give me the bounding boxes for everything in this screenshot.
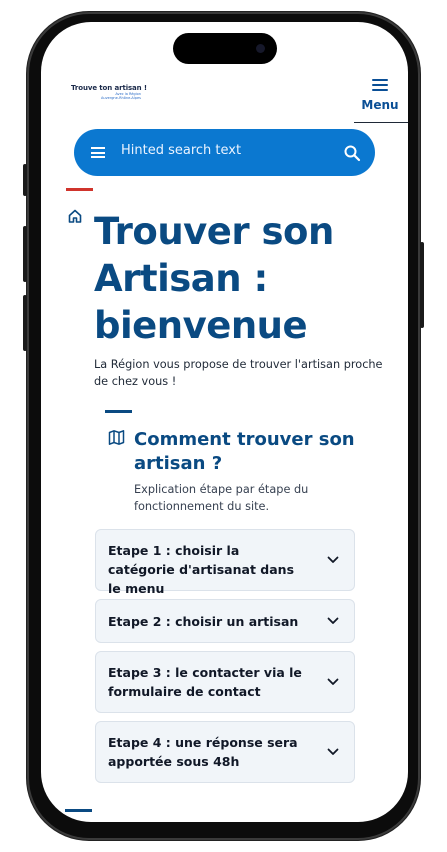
- accordion-label: Etape 1 : choisir la catégorie d'artisan…: [108, 543, 295, 596]
- accordion-step-3[interactable]: Etape 3 : le contacter via le formulaire…: [95, 651, 355, 713]
- page-title: Trouver son Artisan : bienvenue: [94, 210, 334, 347]
- accordion-label: Etape 4 : une réponse sera apportée sous…: [108, 735, 298, 769]
- accent-bar-red: [66, 188, 93, 191]
- accordion-label: Etape 2 : choisir un artisan: [108, 614, 299, 629]
- chevron-down-icon: [327, 748, 339, 755]
- search-icon[interactable]: [343, 144, 361, 162]
- app-screen: Trouve ton artisan ! Avec la Région Auve…: [41, 22, 408, 822]
- accent-bar-blue: [105, 410, 132, 413]
- hamburger-icon: [372, 79, 388, 92]
- phone-side-button: [23, 295, 27, 351]
- menu-button[interactable]: Menu: [355, 78, 408, 122]
- accordion-step-1[interactable]: Etape 1 : choisir la catégorie d'artisan…: [95, 529, 355, 596]
- accordion-step-4[interactable]: Etape 4 : une réponse sera apportée sous…: [95, 721, 355, 783]
- site-logo[interactable]: Trouve ton artisan ! Avec la Région Auve…: [71, 84, 147, 100]
- search-input[interactable]: Hinted search text: [121, 143, 241, 158]
- accordion-label: Etape 3 : le contacter via le formulaire…: [108, 665, 302, 699]
- home-icon[interactable]: [67, 208, 83, 224]
- accordion-step-2[interactable]: Etape 2 : choisir un artisan: [95, 599, 355, 643]
- menu-underline: [354, 122, 408, 123]
- menu-label: Menu: [361, 98, 399, 112]
- logo-subtitle-region: Auvergne-Rhône-Alpes: [101, 96, 141, 100]
- chevron-down-icon: [327, 678, 339, 685]
- search-bar[interactable]: Hinted search text: [74, 129, 375, 176]
- map-icon: [108, 430, 125, 445]
- camera-dot: [256, 44, 265, 53]
- phone-side-button: [420, 242, 424, 328]
- chevron-down-icon: [327, 556, 339, 563]
- phone-side-button: [23, 164, 27, 196]
- chevron-down-icon: [327, 617, 339, 624]
- hamburger-icon[interactable]: [91, 147, 105, 158]
- intro-text: La Région vous propose de trouver l'arti…: [94, 358, 383, 388]
- section-heading: Comment trouver son artisan ?: [134, 429, 355, 474]
- logo-title: Trouve ton artisan !: [71, 84, 147, 92]
- accent-bar-blue-bottom: [65, 809, 92, 812]
- section-subheading: Explication étape par étape du fonctionn…: [134, 483, 309, 513]
- dynamic-island: [173, 33, 277, 64]
- phone-side-button: [23, 226, 27, 282]
